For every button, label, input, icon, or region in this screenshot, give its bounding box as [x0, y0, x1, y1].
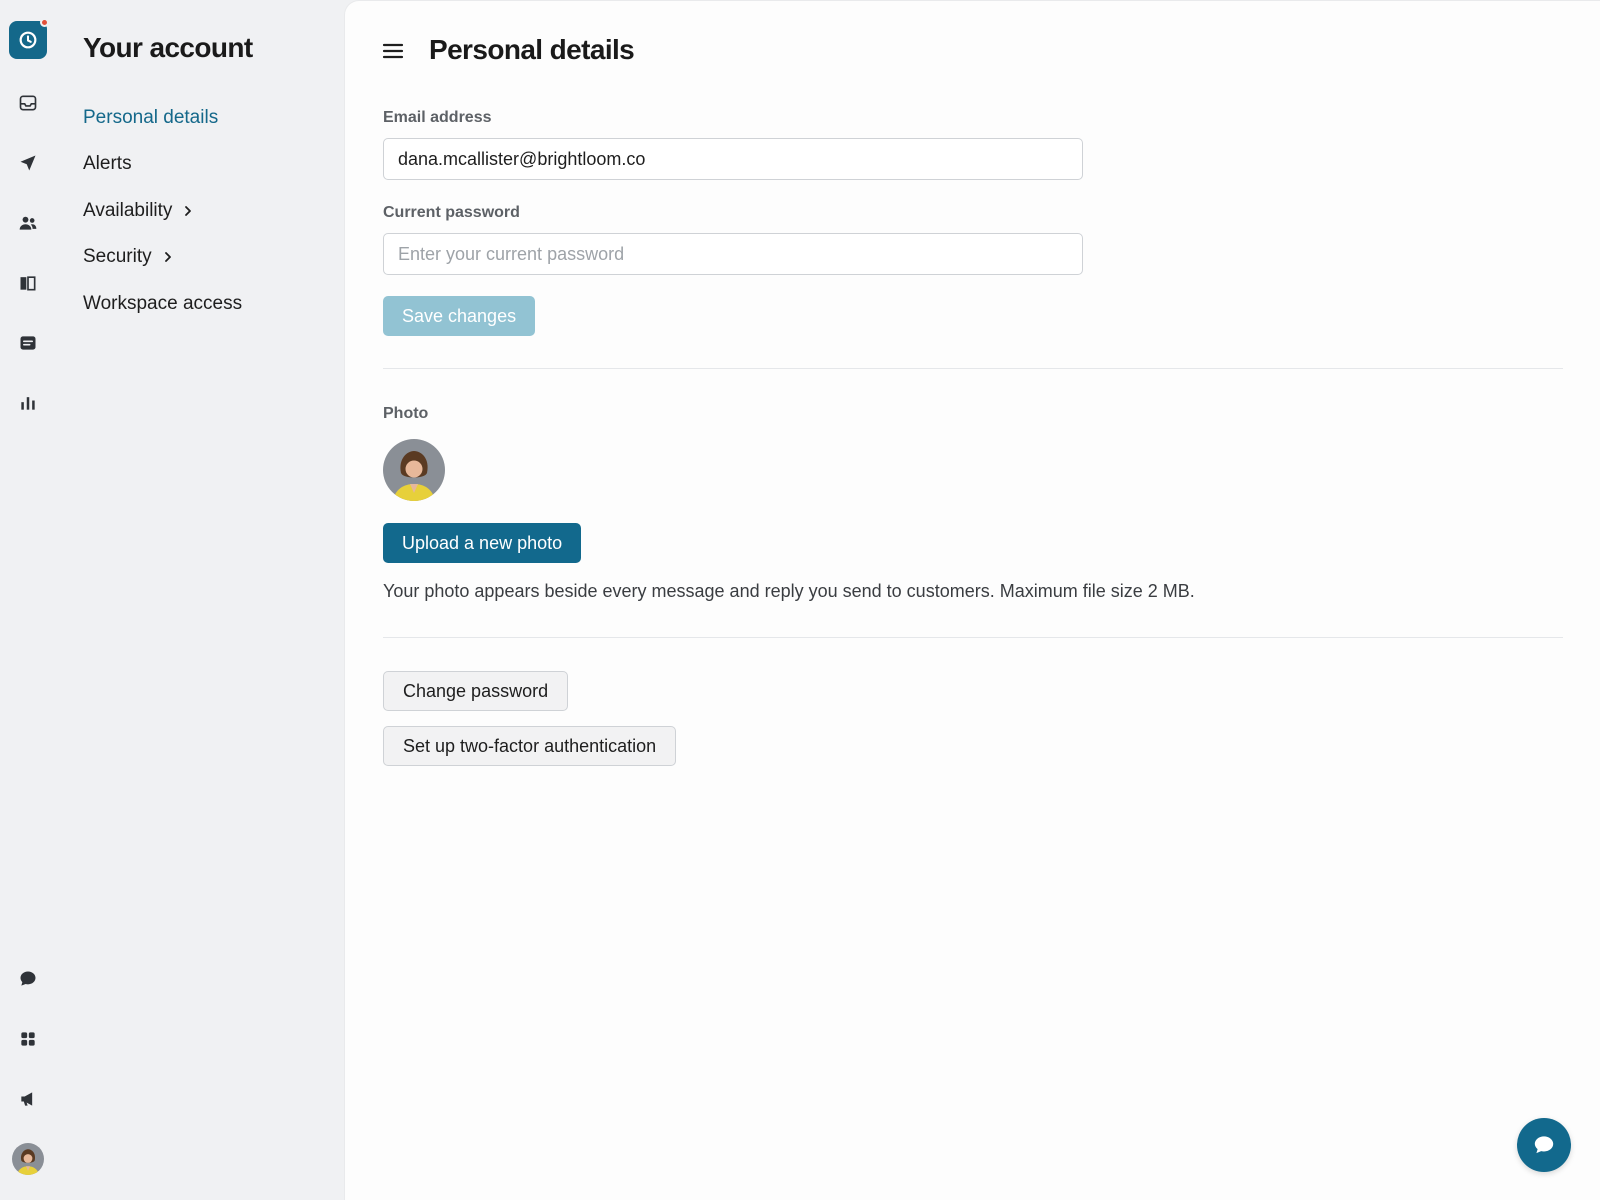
subnav-title: Your account — [83, 32, 253, 63]
account-subnav: Your account Personal details Alerts Ava… — [56, 0, 345, 1200]
inbox-icon — [19, 95, 37, 111]
change-password-button[interactable]: Change password — [383, 671, 569, 711]
email-field[interactable] — [383, 138, 1083, 180]
photo-helper-text: Your photo appears beside every message … — [383, 581, 1195, 601]
current-password-field[interactable] — [383, 233, 1083, 275]
section-divider — [383, 368, 1563, 369]
chat-bubble-icon — [20, 971, 36, 986]
menu-toggle[interactable] — [381, 39, 405, 63]
rail-messages[interactable] — [10, 325, 46, 361]
rail-contacts[interactable] — [10, 205, 46, 241]
upload-photo-button[interactable]: Upload a new photo — [383, 523, 582, 563]
notification-dot — [40, 18, 49, 27]
email-label: Email address — [383, 109, 492, 126]
book-icon — [20, 276, 36, 291]
save-changes-button[interactable]: Save changes — [383, 296, 536, 336]
message-icon — [20, 336, 36, 350]
apps-grid-icon — [21, 1032, 35, 1046]
nav-item-workspace-access[interactable]: Workspace access — [83, 289, 242, 319]
icon-rail — [0, 0, 56, 1200]
rail-inbox[interactable] — [10, 85, 46, 121]
profile-photo-image — [383, 439, 445, 501]
two-factor-button[interactable]: Set up two-factor authentication — [383, 726, 677, 766]
profile-photo — [383, 439, 445, 501]
nav-item-label: Availability — [83, 200, 173, 221]
rail-apps[interactable] — [10, 1021, 46, 1057]
rail-knowledge[interactable] — [10, 265, 46, 301]
send-icon — [20, 155, 36, 171]
current-password-label: Current password — [383, 204, 520, 221]
app-root: Your account Personal details Alerts Ava… — [0, 0, 1600, 1200]
rail-outbound[interactable] — [10, 145, 46, 181]
user-avatar-image — [12, 1143, 44, 1175]
main-panel: Personal details Email address Current p… — [345, 1, 1600, 1200]
contacts-icon — [19, 216, 37, 230]
rail-announcements[interactable] — [10, 1081, 46, 1117]
nav-item-label: Security — [83, 246, 152, 267]
nav-item-personal-details[interactable]: Personal details — [83, 103, 218, 133]
rail-reports[interactable] — [10, 385, 46, 421]
bar-chart-icon — [21, 397, 35, 410]
user-avatar[interactable] — [12, 1143, 44, 1175]
nav-item-availability[interactable]: Availability — [83, 196, 194, 226]
chat-launcher[interactable] — [1517, 1118, 1571, 1172]
nav-item-alerts[interactable]: Alerts — [83, 149, 132, 179]
clock-icon — [19, 31, 37, 49]
section-divider — [383, 637, 1563, 638]
rail-chat[interactable] — [10, 961, 46, 997]
nav-item-label: Alerts — [83, 153, 132, 174]
chevron-right-icon — [164, 252, 171, 262]
chat-bubble-icon — [1534, 1136, 1554, 1154]
photo-label: Photo — [383, 405, 429, 422]
hamburger-icon — [382, 43, 404, 59]
page-title: Personal details — [429, 34, 635, 65]
megaphone-icon — [21, 1092, 33, 1106]
app-logo[interactable] — [9, 18, 49, 59]
chevron-right-icon — [185, 206, 192, 216]
nav-item-security[interactable]: Security — [83, 242, 174, 272]
nav-item-label: Workspace access — [83, 293, 243, 314]
nav-item-label: Personal details — [83, 107, 219, 128]
